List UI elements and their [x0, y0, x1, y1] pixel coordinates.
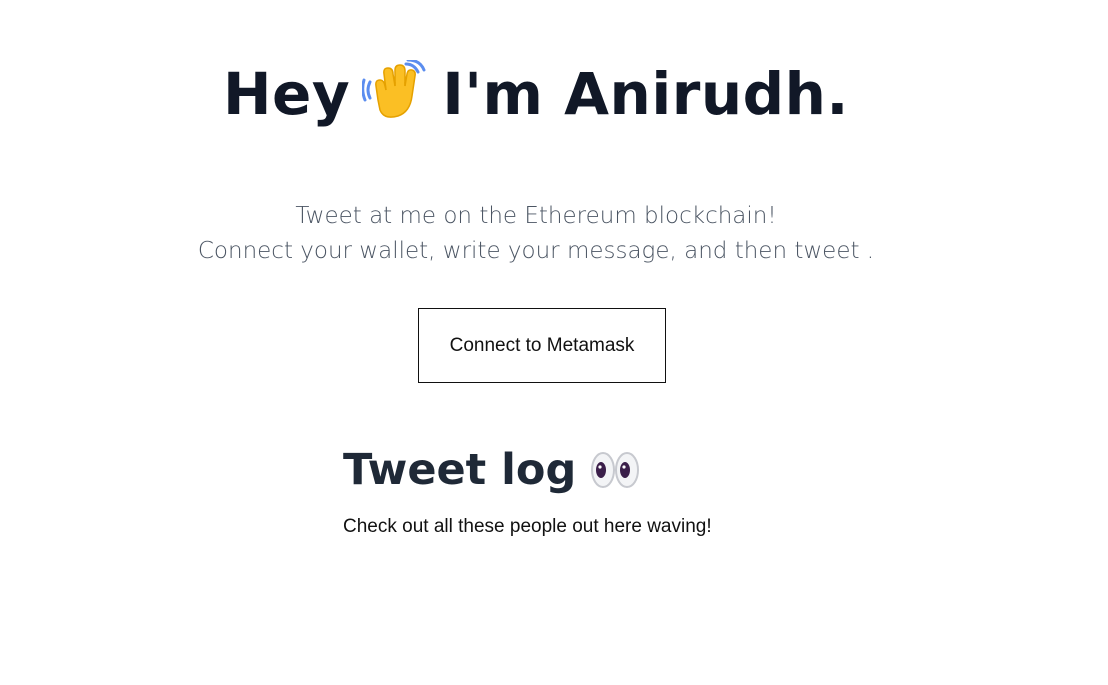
tweet-log-caption: Check out all these people out here wavi… [343, 516, 712, 537]
page-title: Hey I'm Anirudh. [0, 58, 1072, 130]
subtitle-line-2: Connect your wallet, write your message,… [197, 238, 875, 264]
subtitle: Tweet at me on the Ethereum blockchain! … [0, 199, 1072, 269]
hero-section: Hey I'm Anirudh. [0, 58, 1072, 130]
subtitle-line-1: Tweet at me on the Ethereum blockchain! [295, 203, 777, 229]
tweet-log-heading: Tweet log [343, 442, 640, 498]
tweet-log-title: Tweet log [343, 445, 577, 495]
waving-hand-icon [361, 58, 426, 124]
eyes-icon [590, 448, 640, 488]
connect-metamask-button[interactable]: Connect to Metamask [418, 308, 666, 383]
title-name: I'm Anirudh. [442, 60, 849, 128]
title-greeting: Hey [223, 60, 351, 128]
